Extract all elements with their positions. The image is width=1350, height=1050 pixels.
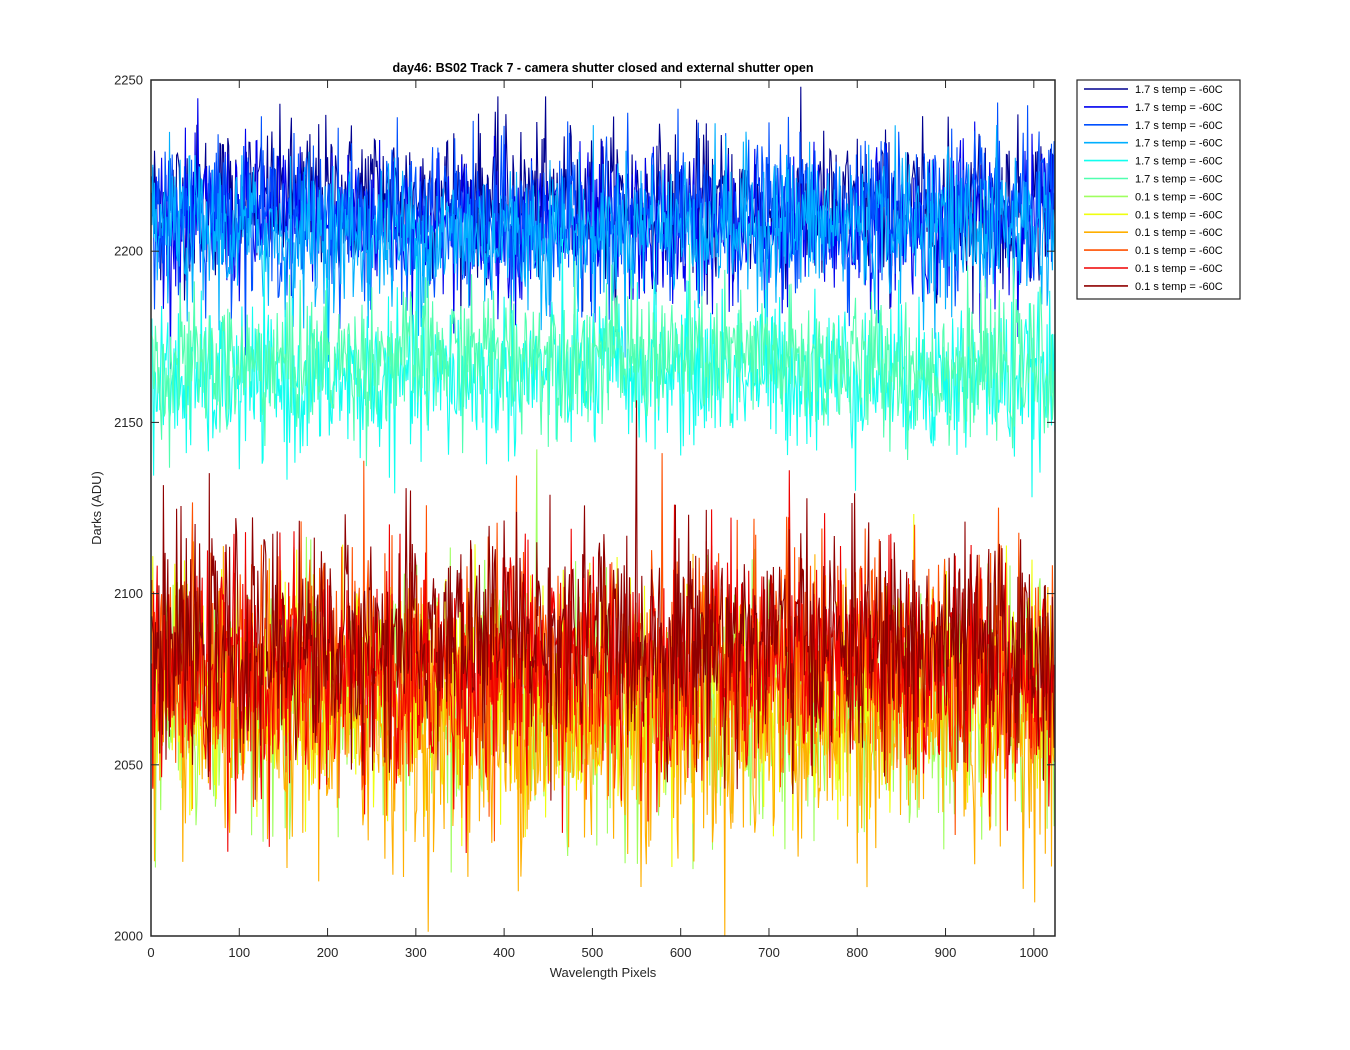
x-tick-label: 600 bbox=[670, 945, 692, 960]
x-tick-label: 0 bbox=[147, 945, 154, 960]
y-tick-label: 2250 bbox=[114, 73, 143, 88]
legend: 1.7 s temp = -60C 1.7 s temp = -60C 1.7 s … bbox=[1076, 79, 1241, 300]
x-tick-label: 800 bbox=[846, 945, 868, 960]
legend-label-5: 1.7 s temp = -60C bbox=[1135, 156, 1223, 168]
y-tick-label: 2150 bbox=[114, 415, 143, 430]
legend-label-9: 0.1 s temp = -60C bbox=[1135, 227, 1223, 239]
x-axis-label: Wavelength Pixels bbox=[550, 965, 657, 980]
legend-label-3: 1.7 s temp = -60C bbox=[1135, 120, 1223, 132]
legend-label-11: 0.1 s temp = -60C bbox=[1135, 263, 1223, 275]
legend-label-2: 1.7 s temp = -60C bbox=[1135, 102, 1223, 114]
legend-label-1: 1.7 s temp = -60C bbox=[1135, 84, 1223, 96]
y-tick-label: 2200 bbox=[114, 244, 143, 259]
legend-label-8: 0.1 s temp = -60C bbox=[1135, 209, 1223, 221]
y-tick-label: 2000 bbox=[114, 929, 143, 944]
y-tick-label: 2100 bbox=[114, 586, 143, 601]
x-tick-label: 900 bbox=[935, 945, 957, 960]
x-tick-label: 1000 bbox=[1019, 945, 1048, 960]
y-tick-label: 2050 bbox=[114, 757, 143, 772]
x-tick-label: 100 bbox=[228, 945, 250, 960]
x-tick-label: 500 bbox=[582, 945, 604, 960]
x-tick-label: 300 bbox=[405, 945, 427, 960]
chart: 0 100 200 300 400 500 600 700 800 900 1000 2000 2050… bbox=[0, 0, 1350, 1050]
legend-label-10: 0.1 s temp = -60C bbox=[1135, 245, 1223, 257]
x-tick-label: 700 bbox=[758, 945, 780, 960]
legend-label-7: 0.1 s temp = -60C bbox=[1135, 191, 1223, 203]
legend-label-12: 0.1 s temp = -60C bbox=[1135, 281, 1223, 293]
x-tick-label: 400 bbox=[493, 945, 515, 960]
y-axis-label: Darks (ADU) bbox=[89, 471, 104, 545]
legend-label-4: 1.7 s temp = -60C bbox=[1135, 138, 1223, 150]
legend-label-6: 1.7 s temp = -60C bbox=[1135, 174, 1223, 186]
x-tick-label: 200 bbox=[317, 945, 339, 960]
chart-title: day46: BS02 Track 7 - camera shutter clo… bbox=[393, 61, 814, 75]
